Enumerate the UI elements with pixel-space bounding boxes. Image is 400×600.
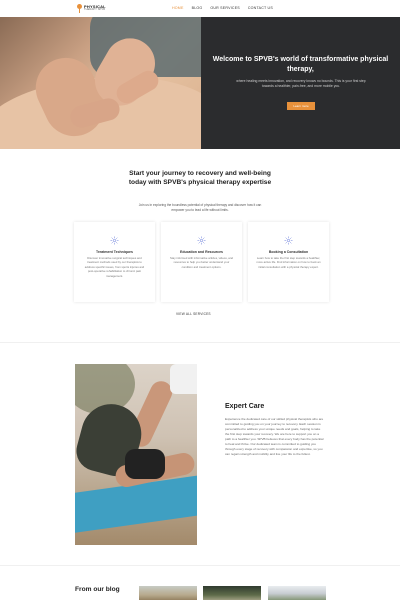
sparkle-icon — [284, 236, 293, 245]
main-nav: HOME BLOG OUR SERVICES CONTACT US — [172, 6, 273, 10]
card-title: Education and Resources — [180, 250, 223, 254]
service-cards: Treatment Techniques Discover innovative… — [74, 222, 329, 302]
card-text: Stay informed with informative articles,… — [170, 256, 233, 269]
expert-care-text: Experience the dedicated care of our ski… — [225, 417, 324, 456]
expert-care-title: Expert Care — [225, 403, 265, 410]
card-title: Treatment Techniques — [96, 250, 133, 254]
expert-care-section: Expert Care Experience the dedicated car… — [0, 342, 400, 565]
nav-our-services[interactable]: OUR SERVICES — [210, 6, 240, 10]
card-education-resources[interactable]: Education and Resources Stay informed wi… — [161, 222, 242, 302]
nav-contact-us[interactable]: CONTACT US — [248, 6, 273, 10]
logo-name-line2: THERAPY SPVB — [84, 8, 106, 12]
sparkle-icon — [197, 236, 206, 245]
blog-section: From our blog — [0, 565, 400, 600]
hero-panel: Welcome to SPVB's world of transformativ… — [201, 17, 400, 149]
card-text: Discover innovative surgical techniques … — [84, 256, 145, 278]
learn-more-button[interactable]: Learn more — [287, 102, 315, 110]
card-booking-consultation[interactable]: Booking a Consultation Learn how to take… — [248, 222, 329, 302]
intro-title: Start your journey to recovery and well-… — [128, 170, 272, 186]
blog-title: From our blog — [75, 586, 120, 593]
blog-post-thumbnail[interactable] — [203, 586, 261, 600]
blog-post-thumbnail[interactable] — [139, 586, 197, 600]
lightbulb-icon — [77, 4, 82, 13]
hero-title: Welcome to SPVB's world of transformativ… — [212, 56, 389, 73]
nav-blog[interactable]: BLOG — [192, 6, 203, 10]
massage-photo — [0, 17, 201, 149]
nav-home[interactable]: HOME — [172, 6, 184, 10]
card-text: Learn how to take the first step towards… — [256, 256, 321, 269]
intro-section: Start your journey to recovery and well-… — [0, 149, 400, 342]
logo[interactable]: PHYSICAL THERAPY SPVB — [77, 4, 106, 13]
hero-section: Welcome to SPVB's world of transformativ… — [0, 17, 400, 149]
card-title: Booking a Consultation — [268, 250, 309, 254]
sparkle-icon — [110, 236, 119, 245]
hero-text: where healing meets innovation, and reco… — [236, 79, 366, 89]
card-treatment-techniques[interactable]: Treatment Techniques Discover innovative… — [74, 222, 155, 302]
blog-post-thumbnail[interactable] — [268, 586, 326, 600]
stretching-photo — [75, 364, 197, 545]
site-header: PHYSICAL THERAPY SPVB HOME BLOG OUR SERV… — [0, 0, 400, 17]
view-all-services-link[interactable]: VIEW ALL SERVICES — [176, 312, 211, 316]
intro-text: Join us in exploring the boundless poten… — [138, 203, 262, 213]
